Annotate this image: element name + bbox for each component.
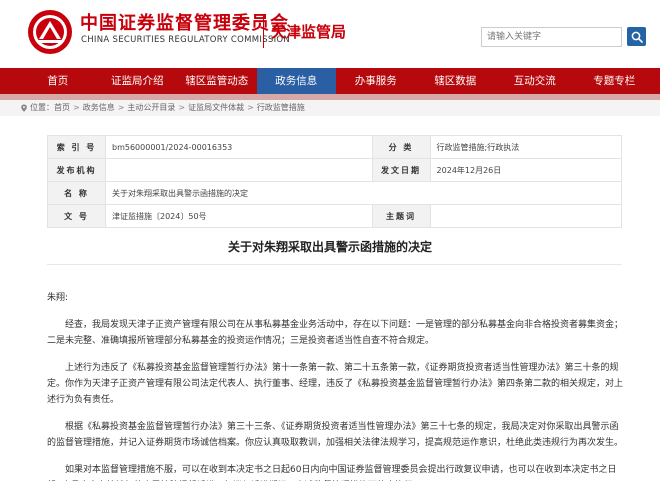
issuer-value	[105, 158, 373, 182]
site-name-en: CHINA SECURITIES REGULATORY COMMISSION	[81, 35, 291, 45]
breadcrumb-home[interactable]: 首页	[54, 103, 70, 112]
subject-label: 主题词	[371, 204, 431, 228]
date-value: 2024年12月26日	[429, 158, 623, 182]
logo-divider	[263, 14, 264, 48]
paragraph: 经查，我局发现天津子正资产管理有限公司在从事私募基金业务活动中，存在以下问题：一…	[47, 320, 624, 346]
nav-item-data[interactable]: 辖区数据	[416, 68, 496, 94]
main-nav: 首页 证监局介绍 辖区监管动态 政务信息 办事服务 辖区数据 互动交流 专题专栏	[0, 68, 660, 94]
index-value: bm56000001/2024-00016353	[105, 135, 373, 159]
name-label: 名 称	[47, 181, 106, 205]
salutation: 朱翔:	[47, 293, 69, 303]
nav-item-government-info[interactable]: 政务信息	[256, 68, 336, 94]
info-row-issuer: 发布机构 发文日期 2024年12月26日	[47, 158, 623, 182]
nav-item-intro[interactable]: 证监局介绍	[98, 68, 178, 94]
index-label: 索 引 号	[47, 135, 106, 159]
nav-item-services[interactable]: 办事服务	[336, 68, 416, 94]
nav-item-home[interactable]: 首页	[18, 68, 98, 94]
doc-no-value: 津证监措施〔2024〕50号	[105, 204, 373, 228]
info-row-index: 索 引 号 bm56000001/2024-00016353 分 类 行政监管措…	[47, 135, 623, 159]
breadcrumb-government-info[interactable]: 政务信息	[83, 103, 115, 112]
nav-item-interaction[interactable]: 互动交流	[495, 68, 575, 94]
doc-no-label: 文 号	[47, 204, 106, 228]
site-name-cn[interactable]: 中国证券监督管理委员会	[80, 9, 289, 35]
site-header: 中国证券监督管理委员会 CHINA SECURITIES REGULATORY …	[0, 0, 660, 68]
info-row-doc-no: 文 号 津证监措施〔2024〕50号 主题词	[47, 204, 623, 228]
search-button[interactable]	[627, 27, 646, 46]
search-icon	[631, 31, 643, 43]
category-value: 行政监管措施;行政执法	[429, 135, 623, 159]
bureau-name[interactable]: 天津监管局	[271, 21, 346, 42]
name-value: 关于对朱翔采取出具警示函措施的决定	[105, 181, 622, 205]
paragraph: 上述行为违反了《私募投资基金监督管理暂行办法》第十一条第一款、第二十五条第一款，…	[47, 363, 624, 405]
date-label: 发文日期	[371, 158, 431, 182]
paragraph: 根据《私募投资基金监督管理暂行办法》第三十三条、《证券期货投资者适当性管理办法》…	[47, 422, 624, 448]
document-info-table: 索 引 号 bm56000001/2024-00016353 分 类 行政监管措…	[47, 135, 623, 228]
breadcrumb-doc-genre[interactable]: 证监局文件体裁	[188, 103, 244, 112]
title-divider	[47, 264, 622, 265]
info-row-name: 名 称 关于对朱翔采取出具警示函措施的决定	[47, 181, 622, 205]
breadcrumb-current[interactable]: 行政监管措施	[257, 103, 305, 112]
document-body: 朱翔: 经查，我局发现天津子正资产管理有限公司在从事私募基金业务活动中，存在以下…	[47, 290, 625, 481]
issuer-label: 发布机构	[47, 158, 106, 182]
subject-value	[429, 204, 623, 228]
location-icon	[21, 104, 27, 112]
csrc-emblem-icon[interactable]	[27, 9, 73, 55]
paragraph: 如果对本监督管理措施不服，可以在收到本决定书之日起60日内向中国证券监督管理委员…	[65, 465, 617, 475]
category-label: 分 类	[371, 135, 431, 159]
search-input[interactable]	[481, 27, 622, 47]
breadcrumb: 位置：首页 > 政务信息 > 主动公开目录 > 证监局文件体裁 > 行政监管措施	[0, 100, 660, 116]
document-title: 关于对朱翔采取出具警示函措施的决定	[227, 240, 432, 254]
nav-item-special-topics[interactable]: 专题专栏	[575, 68, 655, 94]
breadcrumb-public-catalog[interactable]: 主动公开目录	[127, 103, 175, 112]
nav-item-regulation-news[interactable]: 辖区监管动态	[177, 68, 257, 94]
